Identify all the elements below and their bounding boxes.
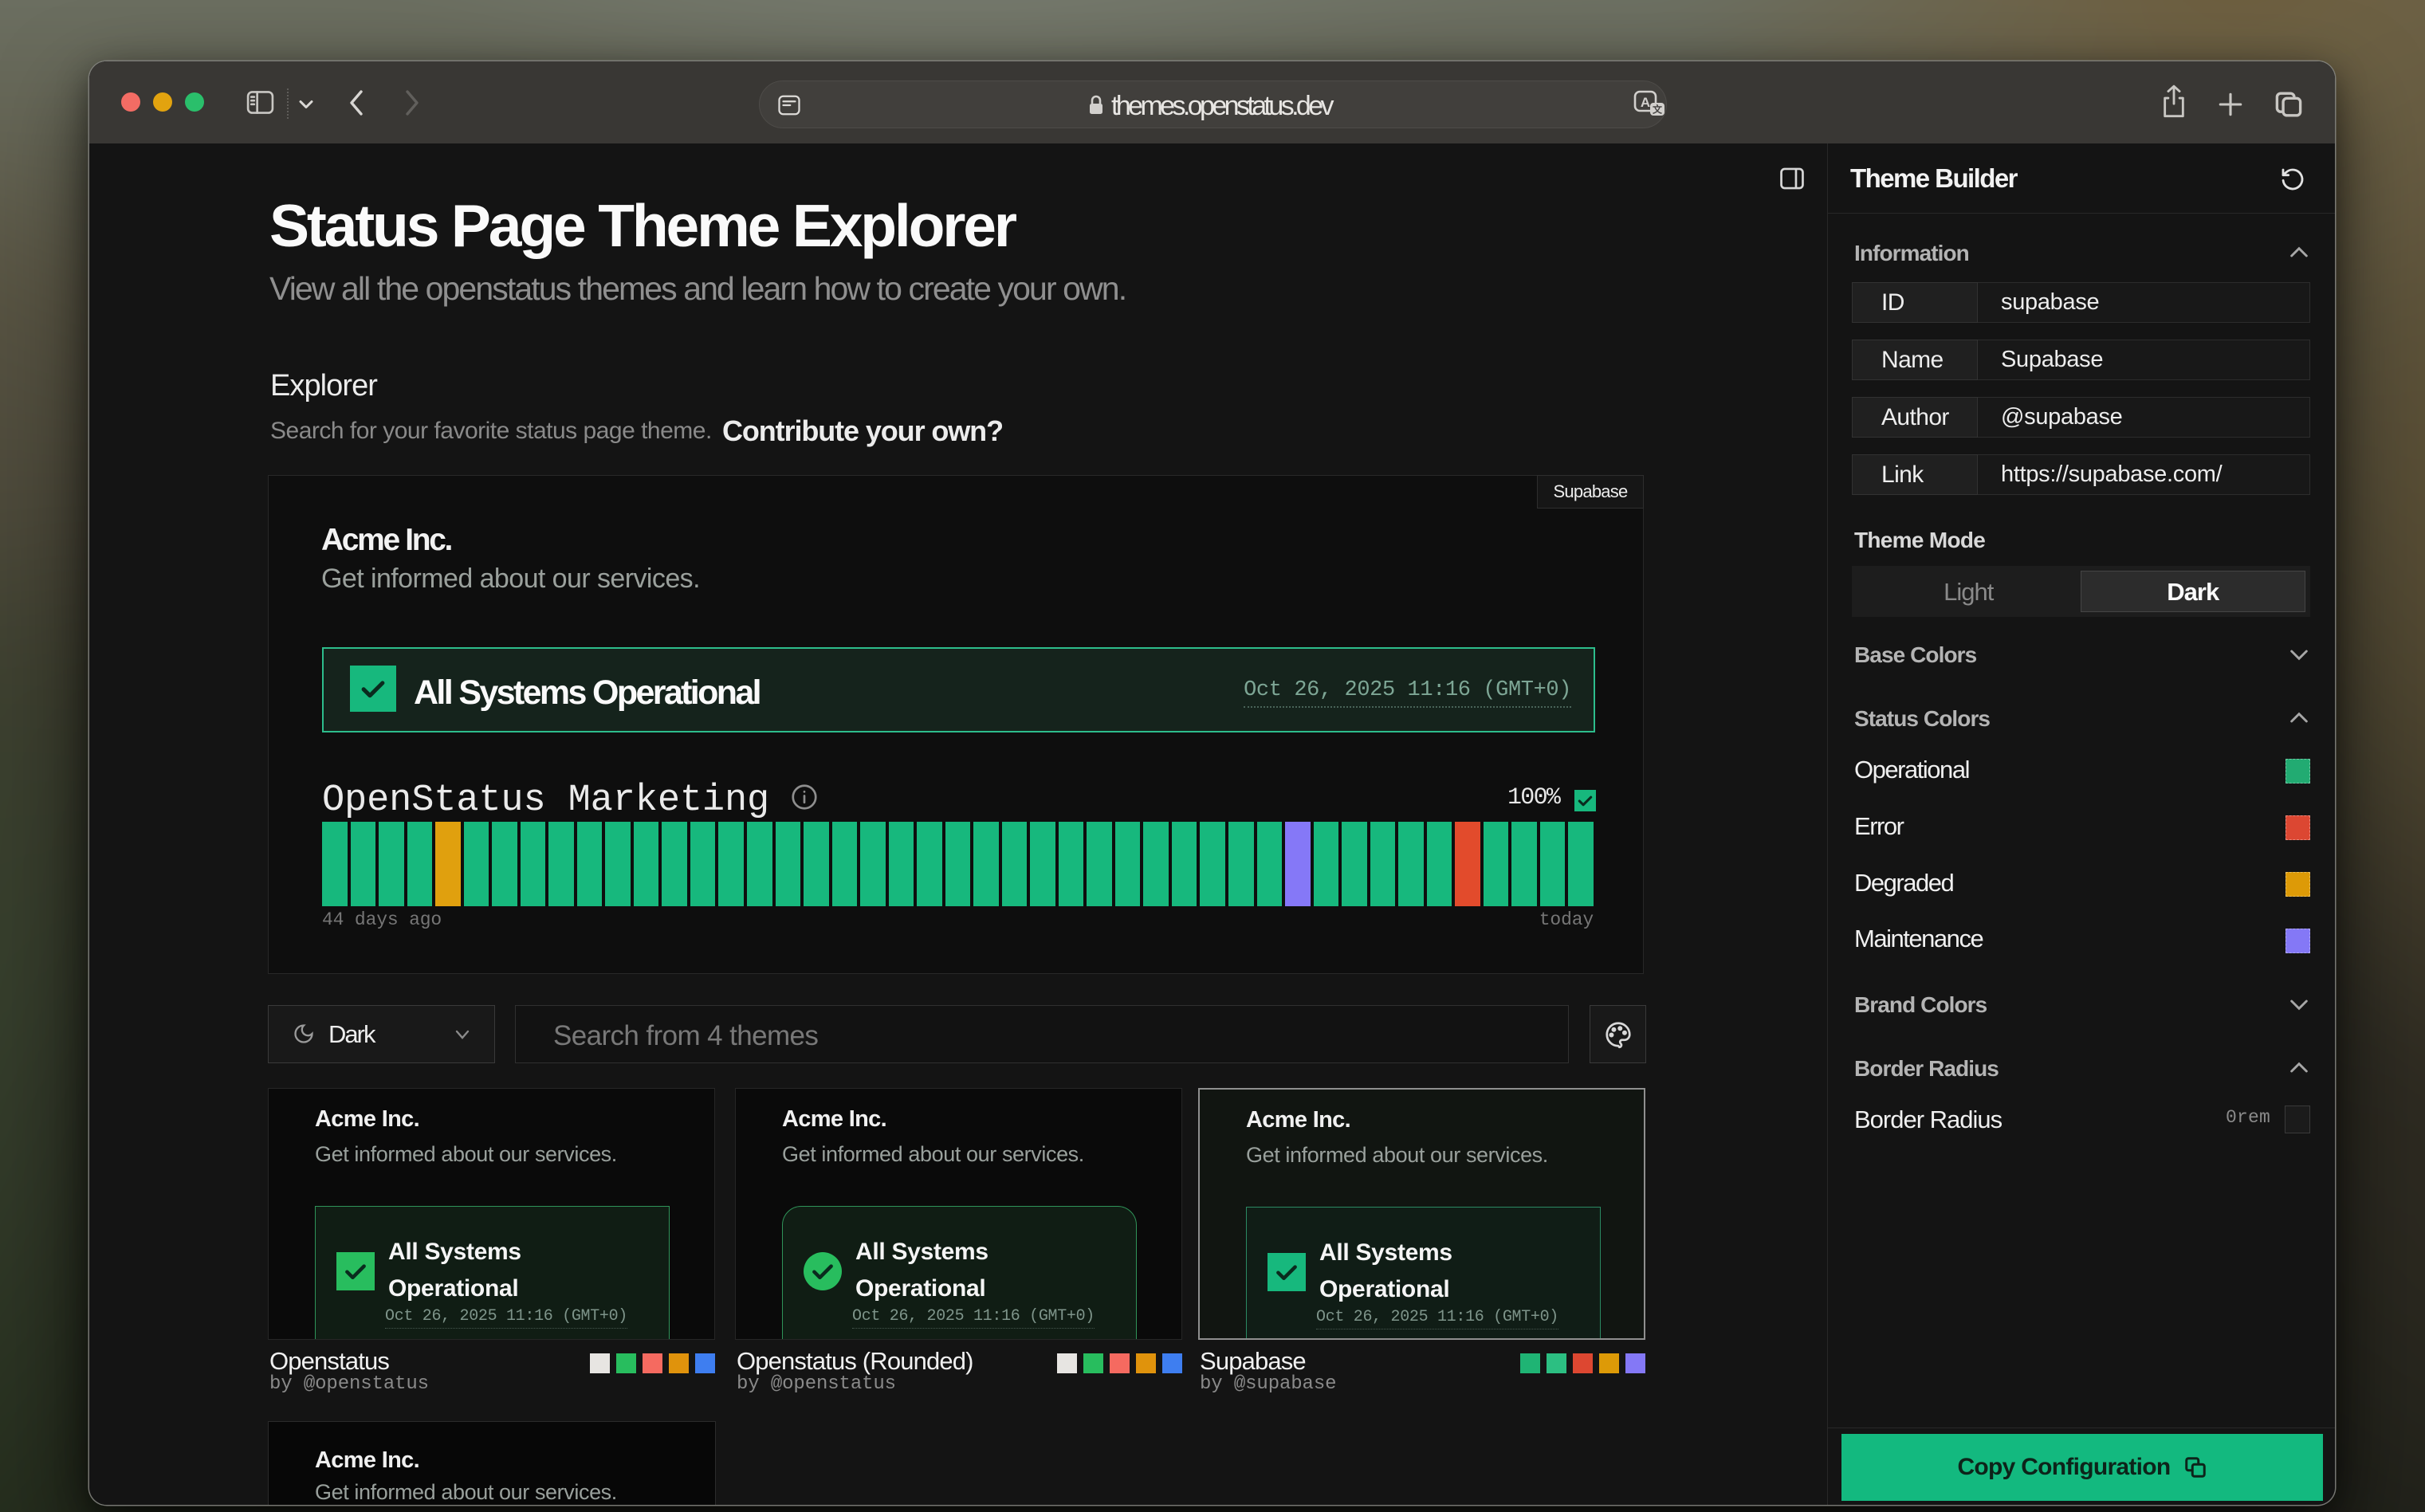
svg-text:A: A	[1641, 95, 1650, 110]
svg-text:文: 文	[1653, 104, 1663, 116]
